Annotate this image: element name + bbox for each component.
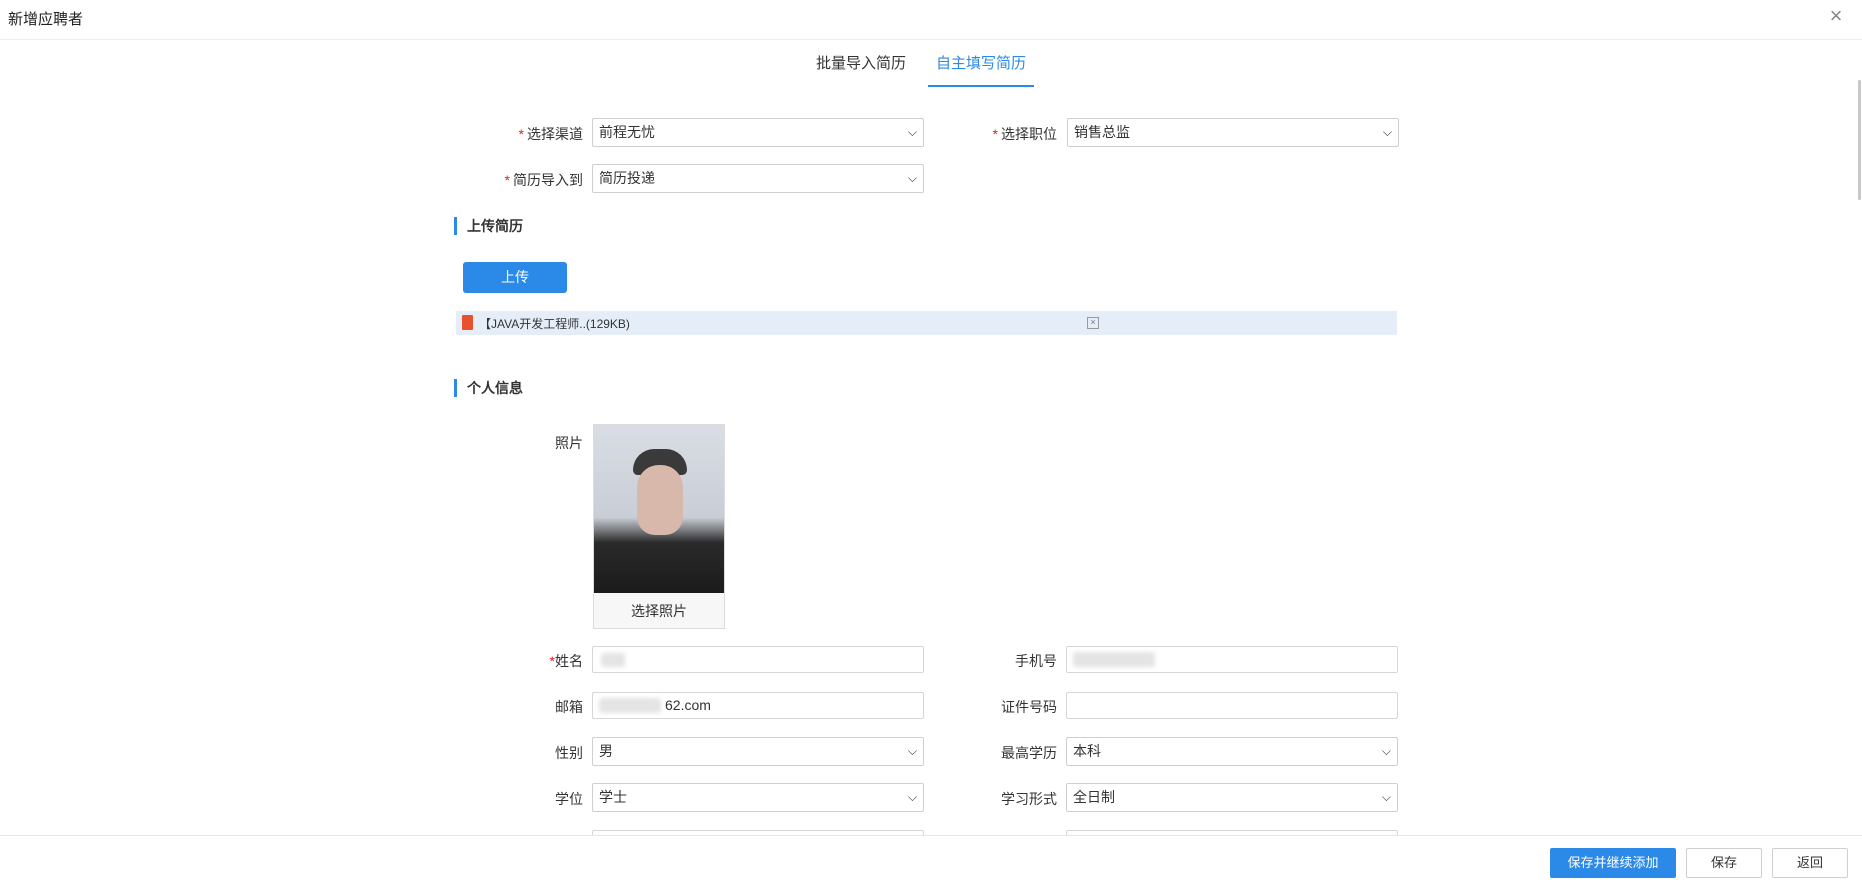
chevron-down-icon: ⌵	[907, 125, 917, 139]
photo-uploader: 选择照片	[593, 424, 725, 629]
position-label: * 选择职位	[992, 126, 1057, 142]
upload-button[interactable]: 上传	[463, 262, 567, 293]
scrollbar[interactable]	[1858, 80, 1861, 200]
import-to-label: * 简历导入到	[504, 172, 583, 188]
id-number-label: 证件号码	[1001, 699, 1057, 715]
photo-label: 照片	[555, 435, 583, 451]
select-photo-button[interactable]: 选择照片	[594, 594, 724, 628]
gender-label: 性别	[555, 745, 583, 761]
name-input[interactable]	[592, 646, 924, 673]
uploaded-file-item: 【JAVA开发工程师..(129KB) ×	[456, 311, 1397, 335]
profile-photo	[594, 425, 724, 593]
name-label: *姓名	[549, 653, 583, 669]
study-mode-select[interactable]: 全日制 ⌵	[1066, 783, 1398, 812]
chevron-down-icon: ⌵	[907, 171, 917, 185]
upload-section-title: 上传简历	[454, 217, 523, 235]
redacted-phone	[1073, 652, 1155, 667]
chevron-down-icon: ⌵	[1381, 790, 1391, 804]
pdf-file-icon	[462, 315, 473, 330]
back-button[interactable]: 返回	[1772, 848, 1848, 878]
chevron-down-icon: ⌵	[907, 790, 917, 804]
degree-select[interactable]: 学士 ⌵	[592, 783, 924, 812]
gender-select[interactable]: 男 ⌵	[592, 737, 924, 766]
import-to-select[interactable]: 简历投递 ⌵	[592, 164, 924, 193]
redacted-name	[601, 653, 625, 667]
education-label: 最高学历	[1001, 745, 1057, 761]
remove-file-icon[interactable]: ×	[1087, 317, 1099, 329]
file-name[interactable]: 【JAVA开发工程师..(129KB)	[479, 315, 630, 332]
dialog-title: 新增应聘者	[8, 11, 84, 28]
redacted-email	[599, 698, 661, 713]
save-continue-button[interactable]: 保存并继续添加	[1550, 848, 1676, 878]
channel-label: * 选择渠道	[518, 126, 583, 142]
channel-select[interactable]: 前程无忧 ⌵	[592, 118, 924, 147]
phone-input[interactable]	[1066, 646, 1398, 673]
degree-label: 学位	[555, 791, 583, 807]
email-label: 邮箱	[555, 699, 583, 715]
study-mode-label: 学习形式	[1001, 791, 1057, 807]
education-select[interactable]: 本科 ⌵	[1066, 737, 1398, 766]
close-icon[interactable]: ×	[1826, 5, 1846, 27]
personal-section-title: 个人信息	[454, 379, 523, 397]
phone-label: 手机号	[1015, 653, 1057, 669]
tab-batch-import[interactable]: 批量导入简历	[816, 52, 906, 85]
chevron-down-icon: ⌵	[907, 744, 917, 758]
dialog-header: 新增应聘者 ×	[0, 0, 1862, 40]
email-input[interactable]: 62.com	[592, 692, 924, 719]
chevron-down-icon: ⌵	[1381, 744, 1391, 758]
photo-face	[637, 465, 683, 535]
id-number-input[interactable]	[1066, 692, 1398, 719]
chevron-down-icon: ⌵	[1382, 125, 1392, 139]
dialog-footer: 保存并继续添加 保存 返回	[0, 835, 1862, 890]
position-select[interactable]: 销售总监 ⌵	[1067, 118, 1399, 147]
save-button[interactable]: 保存	[1686, 848, 1762, 878]
tab-manual-fill[interactable]: 自主填写简历	[928, 52, 1035, 87]
